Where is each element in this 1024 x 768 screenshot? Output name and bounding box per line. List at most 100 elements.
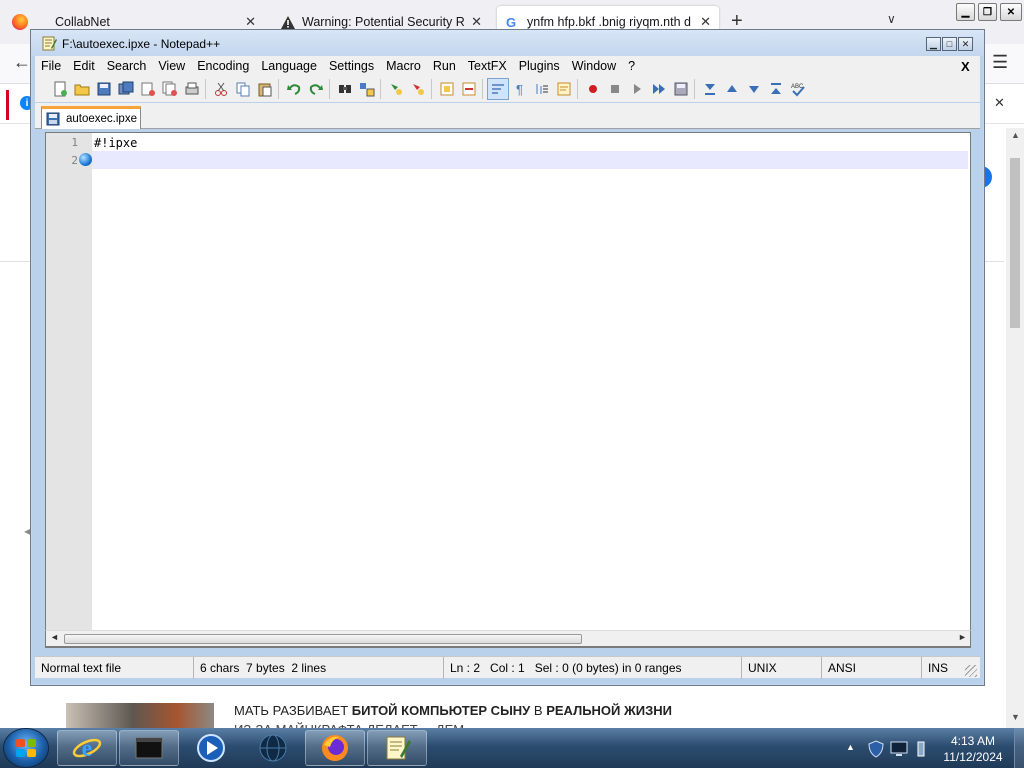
editor-area[interactable]: 1 2 #!ipxe <box>45 132 971 648</box>
monitor-icon[interactable] <box>890 741 908 757</box>
show-desktop-button[interactable] <box>1014 728 1024 768</box>
shield-icon[interactable] <box>868 740 884 758</box>
title-bar[interactable]: F:\autoexec.ipxe - Notepad++ ▁ □ ✕ <box>31 30 984 56</box>
menu-search[interactable]: Search <box>101 59 153 73</box>
print-icon[interactable] <box>181 78 203 100</box>
resize-grip[interactable] <box>965 665 977 677</box>
close-tab-icon[interactable]: ✕ <box>245 14 256 30</box>
run-multiple-icon[interactable] <box>648 78 670 100</box>
toolbar-separator <box>694 79 697 99</box>
taskbar-ie-button[interactable]: e <box>57 730 117 766</box>
show-all-chars-icon[interactable]: ¶ <box>509 78 531 100</box>
status-bar: Normal text file 6 chars 7 bytes 2 lines… <box>35 656 980 679</box>
code-line-1[interactable]: #!ipxe <box>94 136 137 150</box>
horizontal-scrollbar[interactable]: ◄ ► <box>45 630 971 647</box>
close-button[interactable]: ✕ <box>958 37 973 51</box>
zoom-out-icon[interactable] <box>407 78 429 100</box>
taskbar-clock[interactable]: 4:13 AM 11/12/2024 <box>935 733 1011 765</box>
replace-icon[interactable] <box>356 78 378 100</box>
menu-run[interactable]: Run <box>427 59 462 73</box>
fold-all-icon[interactable] <box>699 78 721 100</box>
user-lang-icon[interactable] <box>553 78 575 100</box>
svg-text:e: e <box>82 736 93 762</box>
menu-file[interactable]: File <box>35 59 67 73</box>
find-icon[interactable] <box>334 78 356 100</box>
toolbar: ¶ ABC <box>35 76 980 102</box>
taskbar-media-player-button[interactable] <box>181 730 241 766</box>
copy-icon[interactable] <box>232 78 254 100</box>
indent-guide-icon[interactable] <box>531 78 553 100</box>
zoom-in-icon[interactable] <box>385 78 407 100</box>
taskbar-cmd-button[interactable] <box>119 730 179 766</box>
taskbar-network-button[interactable] <box>243 730 303 766</box>
cut-icon[interactable] <box>210 78 232 100</box>
network-icon[interactable] <box>916 740 926 758</box>
menu-plugins[interactable]: Plugins <box>513 59 566 73</box>
paste-icon[interactable] <box>254 78 276 100</box>
word-wrap-icon[interactable] <box>487 78 509 100</box>
tray-arrow-icon[interactable]: ▲ <box>846 742 855 752</box>
back-arrow-icon[interactable]: ← <box>13 52 31 73</box>
spell-check-icon[interactable]: ABC <box>787 78 809 100</box>
next-bookmark-icon[interactable] <box>743 78 765 100</box>
svg-text:¶: ¶ <box>516 82 523 97</box>
menu-settings[interactable]: Settings <box>323 59 380 73</box>
menu-macro[interactable]: Macro <box>380 59 427 73</box>
close-document-button[interactable]: X <box>961 59 970 74</box>
browser-close-button[interactable]: ✕ <box>1000 3 1022 21</box>
close-all-icon[interactable] <box>159 78 181 100</box>
hamburger-menu-icon[interactable]: ☰ <box>992 52 1008 73</box>
stop-record-icon[interactable] <box>604 78 626 100</box>
scroll-right-icon[interactable]: ► <box>958 632 967 642</box>
save-icon[interactable] <box>93 78 115 100</box>
undo-icon[interactable] <box>283 78 305 100</box>
taskbar-notepadpp-button[interactable] <box>367 730 427 766</box>
menu-help[interactable]: ? <box>622 59 641 73</box>
headline-part: БИТОЙ КОМПЬЮТЕР СЫНУ <box>351 703 531 718</box>
open-file-icon[interactable] <box>71 78 93 100</box>
menu-edit[interactable]: Edit <box>67 59 101 73</box>
prev-bookmark-icon[interactable] <box>721 78 743 100</box>
sync-horizontal-icon[interactable] <box>458 78 480 100</box>
menu-encoding[interactable]: Encoding <box>191 59 255 73</box>
record-macro-icon[interactable] <box>582 78 604 100</box>
close-tab-icon[interactable]: ✕ <box>471 14 482 30</box>
taskbar-firefox-button[interactable] <box>305 730 365 766</box>
close-icon[interactable] <box>137 78 159 100</box>
maximize-button[interactable]: □ <box>942 37 957 51</box>
start-button[interactable] <box>4 729 48 767</box>
browser-minimize-button[interactable]: ▁ <box>956 3 975 21</box>
horizontal-scroll-thumb[interactable] <box>64 634 582 644</box>
status-eol: UNIX <box>741 657 821 679</box>
close-tab-icon[interactable]: ✕ <box>700 14 711 30</box>
sync-vertical-icon[interactable] <box>436 78 458 100</box>
menu-window[interactable]: Window <box>566 59 622 73</box>
file-tab-label: autoexec.ipxe <box>66 113 137 125</box>
menu-textfx[interactable]: TextFX <box>462 59 513 73</box>
menu-language[interactable]: Language <box>255 59 323 73</box>
file-tab-autoexec[interactable]: autoexec.ipxe <box>41 106 141 129</box>
tab-label: CollabNet <box>55 15 110 29</box>
article-thumbnail[interactable] <box>66 703 214 728</box>
redo-icon[interactable] <box>305 78 327 100</box>
scroll-up-icon[interactable]: ▲ <box>1011 130 1020 140</box>
scroll-down-icon[interactable]: ▼ <box>1011 712 1020 722</box>
scroll-left-icon[interactable]: ◄ <box>50 632 59 642</box>
line-number-gutter[interactable] <box>46 133 92 647</box>
minimize-button[interactable]: ▁ <box>926 37 941 51</box>
menu-view[interactable]: View <box>152 59 191 73</box>
new-file-icon[interactable] <box>49 78 71 100</box>
close-notice-icon[interactable]: ✕ <box>994 95 1005 111</box>
status-col: Col : 1 <box>490 661 525 675</box>
save-macro-icon[interactable] <box>670 78 692 100</box>
page-scrollbar[interactable]: ▲ ▼ <box>1006 128 1024 728</box>
article-headline[interactable]: МАТЬ РАЗБИВАЕТ БИТОЙ КОМПЬЮТЕР СЫНУ В РЕ… <box>234 703 672 718</box>
list-tabs-button[interactable]: ∨ <box>887 12 896 26</box>
browser-restore-button[interactable]: ❐ <box>978 3 997 21</box>
scroll-thumb[interactable] <box>1010 158 1020 328</box>
play-macro-icon[interactable] <box>626 78 648 100</box>
unfold-all-icon[interactable] <box>765 78 787 100</box>
save-all-icon[interactable] <box>115 78 137 100</box>
status-encoding: ANSI <box>821 657 921 679</box>
bookmark-icon[interactable] <box>79 153 92 166</box>
